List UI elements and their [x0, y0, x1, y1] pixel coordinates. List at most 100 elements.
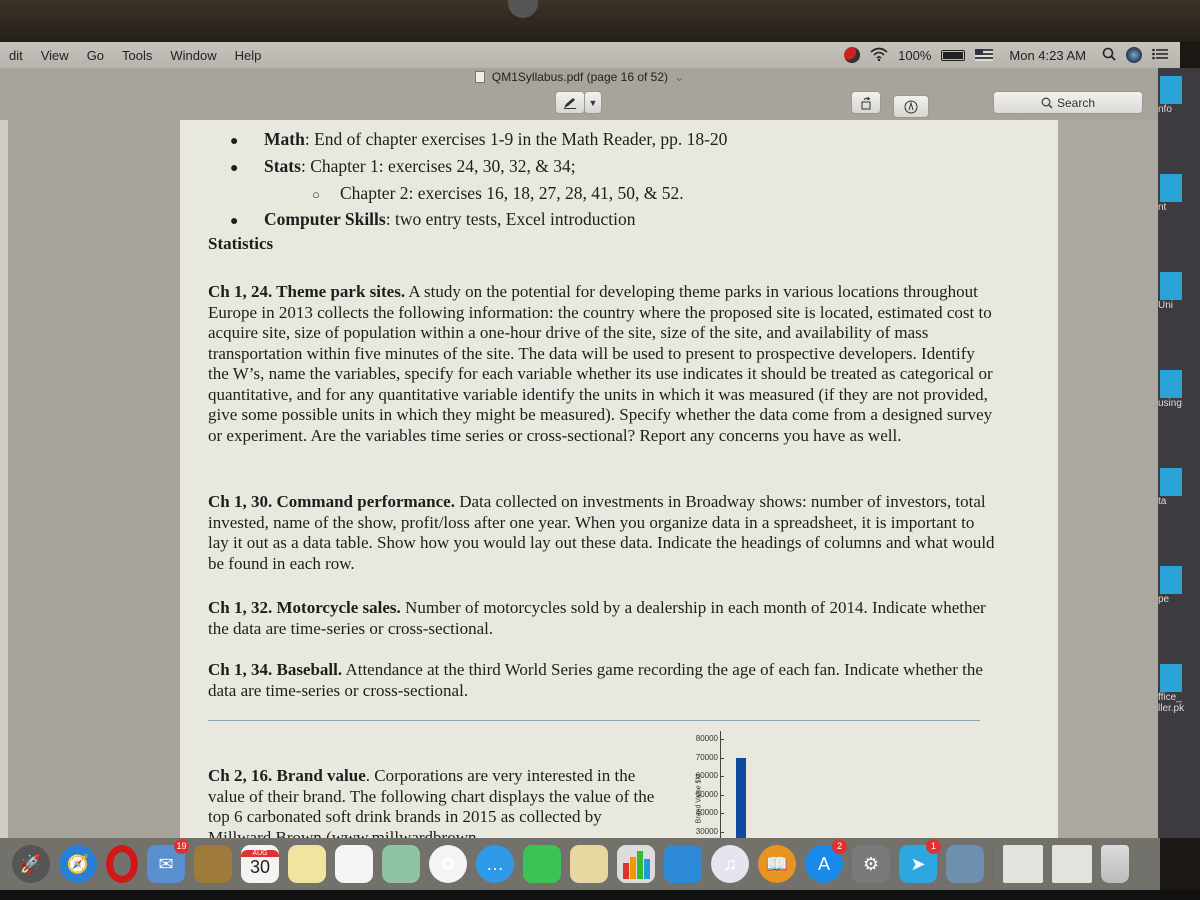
desktop-item-label: Uni [1158, 300, 1174, 311]
dock-messages-icon[interactable]: … [476, 845, 514, 883]
desktop-item-label: pe [1158, 594, 1170, 605]
dock-preview-doc-icon[interactable] [570, 845, 608, 883]
dock-telegram-icon[interactable]: ➤ 1 [899, 839, 941, 883]
dock-document-stack-1-icon[interactable] [1003, 845, 1043, 883]
pdf-page: ● Math: End of chapter exercises 1-9 in … [180, 120, 1058, 838]
dock-trash-icon[interactable] [1101, 845, 1129, 883]
notification-center-icon[interactable] [1152, 48, 1168, 63]
notification-badge: 1 [926, 839, 941, 854]
dock-keynote-icon[interactable] [664, 845, 702, 883]
dock-photos-icon[interactable]: ✿ [429, 845, 467, 883]
y-tick-label: 80000 [695, 734, 718, 743]
markup-dropdown-button[interactable]: ▼ [584, 91, 602, 114]
folder-icon [1160, 272, 1182, 300]
battery-percent[interactable]: 100% [898, 48, 931, 63]
exercise-paragraph: Ch 1, 32. Motorcycle sales. Number of mo… [208, 598, 998, 639]
rotate-icon [861, 96, 871, 109]
notification-badge: 2 [832, 839, 847, 854]
pen-icon [564, 97, 576, 109]
search-icon [1041, 97, 1053, 109]
section-heading: Statistics [208, 234, 274, 253]
menu-window[interactable]: Window [161, 48, 225, 63]
exercise-paragraph: Ch 1, 24. Theme park sites. A study on t… [208, 282, 998, 446]
menu-help[interactable]: Help [226, 48, 271, 63]
battery-icon[interactable] [941, 49, 966, 61]
desktop-file-item[interactable]: using [1158, 370, 1200, 409]
menu-bar: dit View Go Tools Window Help 100% Mon 4… [0, 42, 1180, 68]
input-source-flag-icon[interactable] [975, 49, 994, 61]
y-tick-mark [720, 813, 724, 814]
screen-bezel [0, 0, 1200, 42]
camera-notch [508, 0, 538, 18]
markup-pen-button[interactable] [555, 91, 585, 114]
dock-launchpad-icon[interactable]: 🚀 [12, 845, 50, 883]
dock-safari-icon[interactable]: 🧭 [59, 845, 97, 883]
page-gutter [1058, 120, 1158, 838]
folder-icon [1160, 174, 1182, 202]
dock-icon-glyph: … [486, 853, 504, 874]
bullet-icon: ● [230, 214, 239, 229]
y-axis [720, 731, 721, 838]
dock-separator [993, 846, 994, 882]
dock-ibooks-icon[interactable]: 📖 [758, 845, 796, 883]
item-text: : End of chapter exercises 1-9 in the Ma… [304, 129, 728, 149]
chart-bar [736, 757, 746, 838]
dock-system-preferences-icon[interactable]: ⚙ [852, 845, 890, 883]
app-status-icon[interactable] [844, 47, 861, 63]
dock-mail-icon[interactable]: ✉ 19 [147, 839, 189, 883]
desktop-item-label: ffice_ ller.pk [1158, 692, 1185, 714]
y-tick-label: 40000 [695, 808, 718, 817]
dock-notes-icon[interactable] [288, 845, 326, 883]
list-item: ● Computer Skills: two entry tests, Exce… [230, 207, 727, 234]
window-toolbar: ▼ Search [0, 88, 1159, 120]
dock-numbers-icon[interactable] [617, 845, 655, 883]
menu-clock[interactable]: Mon 4:23 AM [1003, 48, 1092, 63]
title-chevron-icon[interactable]: ⌄ [674, 70, 684, 84]
desktop-file-item[interactable]: pe [1158, 566, 1200, 605]
siri-icon[interactable] [1126, 47, 1142, 63]
dock-contacts-icon[interactable] [194, 845, 232, 883]
dock-preview-icon[interactable] [946, 845, 984, 883]
desktop-file-item[interactable]: Uni [1158, 272, 1200, 311]
exercise-paragraph: Ch 1, 34. Baseball. Attendance at the th… [208, 660, 998, 701]
dock-document-stack-2-icon[interactable] [1052, 845, 1092, 883]
exercise-body: A study on the potential for developing … [208, 282, 993, 445]
dock-facetime-icon[interactable] [523, 845, 561, 883]
menu-edit[interactable]: dit [0, 48, 32, 63]
dock-calendar-icon[interactable]: AUG 30 [241, 845, 279, 883]
dock-reminders-icon[interactable] [335, 845, 373, 883]
dock-icon-glyph: ✿ [440, 853, 456, 874]
wifi-icon[interactable] [870, 47, 888, 64]
desktop-item-label: using [1158, 398, 1182, 409]
dock-app-store-icon[interactable]: A2 [805, 839, 847, 883]
chevron-down-icon: ▼ [588, 97, 598, 108]
dock: 🚀 🧭 ✉ 19 AUG 30 ✿ … ♫ 📖 A 2 ⚙ ➤ 1 [0, 838, 1160, 890]
dock-icon-glyph: ♫ [723, 853, 737, 874]
screen-bezel-bottom [0, 890, 1200, 900]
dock-icon-glyph: 📖 [765, 853, 789, 874]
window-title[interactable]: QM1Syllabus.pdf (page 16 of 52) [492, 70, 668, 84]
rotate-button[interactable] [851, 91, 881, 114]
dock-opera-icon[interactable] [106, 845, 138, 883]
list-item: ● Math: End of chapter exercises 1-9 in … [230, 127, 727, 154]
bar-chart-glyph [623, 851, 650, 879]
calendar-day: 30 [249, 857, 271, 877]
item-label: Stats [264, 156, 301, 176]
list-item: ● Stats: Chapter 1: exercises 24, 30, 32… [230, 154, 727, 181]
search-field[interactable]: Search [993, 91, 1143, 114]
markup-toolbar-button[interactable] [893, 95, 929, 118]
desktop-file-item[interactable]: nfo [1158, 76, 1200, 115]
dock-icon-glyph: A [817, 853, 830, 874]
dock-itunes-icon[interactable]: ♫ [711, 845, 749, 883]
document-icon [474, 71, 485, 83]
menu-tools[interactable]: Tools [113, 48, 161, 63]
menu-view[interactable]: View [32, 48, 78, 63]
desktop-file-item[interactable]: nt [1158, 174, 1200, 213]
desktop-file-item[interactable]: ffice_ ller.pk [1158, 664, 1200, 714]
spotlight-search-icon[interactable] [1102, 47, 1116, 64]
desktop-file-item[interactable]: ta [1158, 468, 1200, 507]
dock-maps-icon[interactable] [382, 845, 420, 883]
menu-go[interactable]: Go [78, 48, 113, 63]
calendar-month: AUG [241, 850, 279, 857]
search-placeholder: Search [1056, 95, 1096, 110]
